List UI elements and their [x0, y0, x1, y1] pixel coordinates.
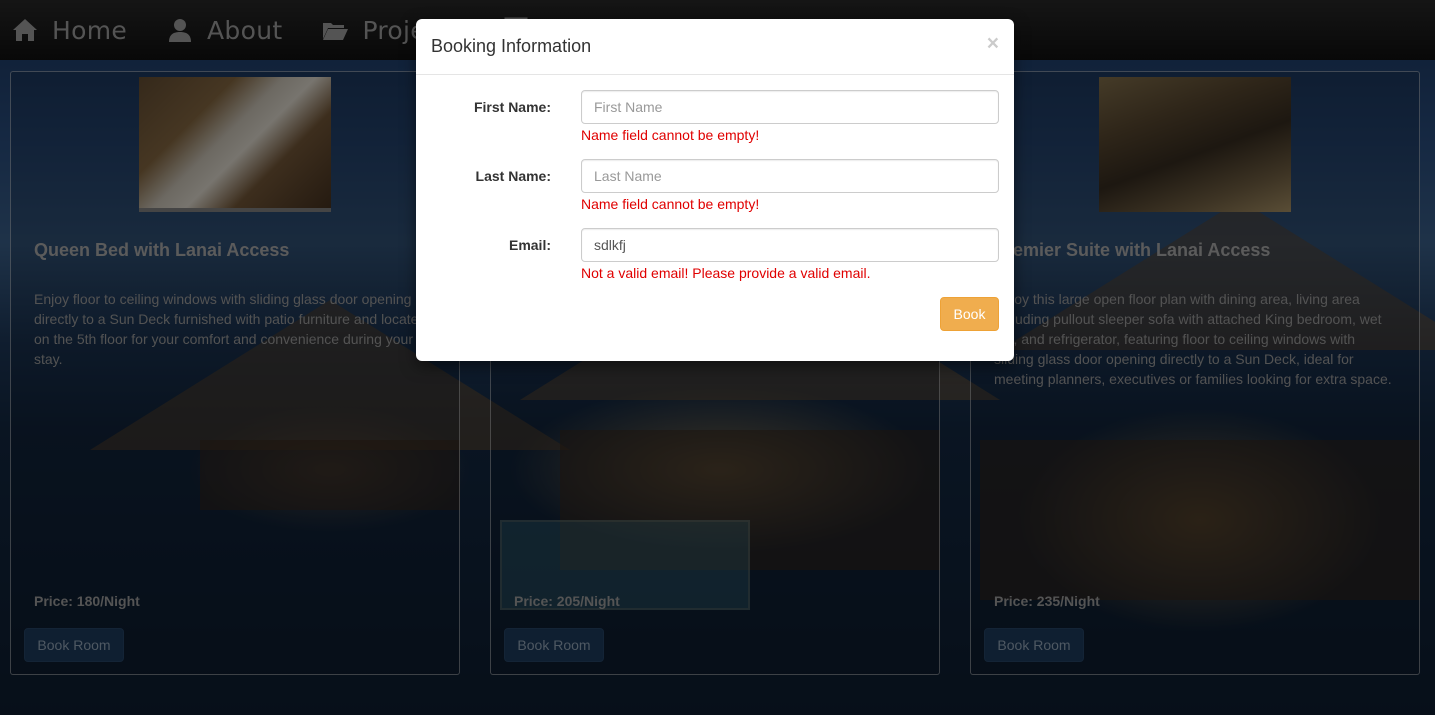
- first-name-label: First Name:: [473, 99, 551, 115]
- last-name-error: Name field cannot be empty!: [581, 196, 760, 212]
- modal-title: Booking Information: [431, 36, 592, 56]
- email-error: Not a valid email! Please provide a vali…: [581, 265, 871, 281]
- first-name-error: Name field cannot be empty!: [581, 127, 760, 143]
- booking-modal: Booking Information × First Name: Name f…: [416, 19, 1014, 361]
- book-button[interactable]: Book: [940, 297, 999, 331]
- last-name-label: Last Name:: [475, 168, 551, 184]
- last-name-input[interactable]: [581, 159, 999, 193]
- email-label: Email:: [508, 237, 551, 253]
- close-icon[interactable]: ×: [987, 33, 999, 54]
- first-name-input[interactable]: [581, 90, 999, 124]
- email-input[interactable]: [581, 228, 999, 262]
- modal-header: Booking Information ×: [416, 19, 1014, 75]
